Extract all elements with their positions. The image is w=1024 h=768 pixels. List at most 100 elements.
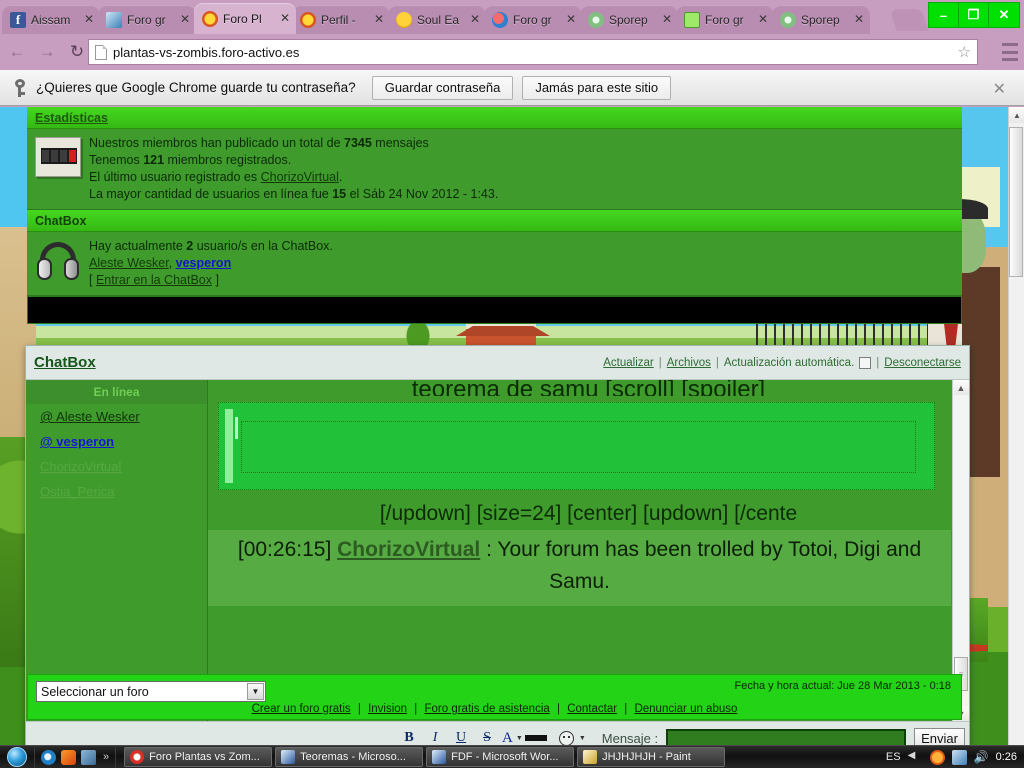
taskbar-item-word-1-label: Teoremas - Microso... <box>300 751 406 763</box>
chatbox-popup-title[interactable]: ChatBox <box>34 354 96 371</box>
message-author-link[interactable]: ChorizoVirtual <box>337 538 480 561</box>
chatbox-header-links: Actualizar | Archivos | Actualización au… <box>603 356 961 369</box>
chatbox-message-area[interactable]: teorema de samu [scroll] [spoiler] [/upd… <box>208 380 969 721</box>
page-scrollbar-thumb[interactable] <box>1009 127 1023 277</box>
taskbar-item-chrome[interactable]: Foro Plantas vs Zom... <box>124 747 273 767</box>
internet-explorer-icon[interactable] <box>41 749 56 765</box>
auto-refresh-checkbox[interactable] <box>859 356 872 369</box>
start-button[interactable] <box>0 746 34 768</box>
text-color-picker[interactable]: A ▼ <box>502 730 547 745</box>
chatbox-userlist-item-3[interactable]: ChorizoVirtual <box>26 454 207 479</box>
close-icon[interactable]: ✕ <box>756 12 770 27</box>
volume-icon[interactable]: 🔊 <box>974 750 989 765</box>
message-input[interactable] <box>666 728 907 745</box>
browser-tab-7[interactable]: Sporep ✕ <box>580 5 678 34</box>
back-arrow-icon[interactable]: ← <box>4 39 30 65</box>
bookmark-star-icon[interactable]: ☆ <box>958 43 971 61</box>
address-bar[interactable]: plantas-vs-zombis.foro-activo.es ☆ <box>88 39 978 65</box>
footer-link-invision[interactable]: Invision <box>368 703 407 715</box>
close-icon[interactable]: ✕ <box>372 12 386 27</box>
page-scrollbar[interactable]: ▲ <box>1008 107 1024 745</box>
stats-newest-prefix: El último usuario registrado es <box>89 170 261 184</box>
forward-arrow-icon[interactable]: → <box>34 39 60 65</box>
taskbar-item-paint[interactable]: JHJHJHJH - Paint <box>577 747 726 767</box>
close-icon[interactable]: ✕ <box>993 79 1006 99</box>
reload-icon[interactable]: ↻ <box>64 39 90 65</box>
close-icon[interactable]: ✕ <box>852 12 866 27</box>
minimize-button[interactable]: – <box>929 3 959 27</box>
stats-newest-user-link[interactable]: ChorizoVirtual <box>261 170 339 184</box>
italic-button[interactable]: I <box>422 730 448 745</box>
chatbox-userlist-link-2[interactable]: @ vesperon <box>40 434 114 449</box>
footer-link-contactar[interactable]: Contactar <box>567 703 617 715</box>
browser-tab-9[interactable]: Sporep ✕ <box>772 5 870 34</box>
forum-blue-icon <box>106 11 122 28</box>
chatbox-user-link-2[interactable]: vesperon <box>176 256 232 270</box>
browser-tab-8[interactable]: Foro gr ✕ <box>676 5 774 34</box>
network-icon[interactable] <box>951 749 967 765</box>
chatbox-userlist-link-3[interactable]: ChorizoVirtual <box>40 459 121 474</box>
footer-link-crear-foro[interactable]: Crear un foro gratis <box>252 703 351 715</box>
browser-tab-1[interactable]: f Aissam ✕ <box>2 5 100 34</box>
chatbox-userlist-item-1[interactable]: @ Aleste Wesker <box>26 404 207 429</box>
close-icon[interactable]: ✕ <box>564 12 578 27</box>
close-icon[interactable]: ✕ <box>660 12 674 27</box>
firefox-tray-icon[interactable] <box>929 749 945 765</box>
browser-tab-2[interactable]: Foro gr ✕ <box>98 5 196 34</box>
taskbar-item-word-2[interactable]: FDF - Microsoft Wor... <box>426 747 575 767</box>
taskbar-item-word-1[interactable]: Teoremas - Microso... <box>275 747 424 767</box>
scroll-up-arrow-icon[interactable]: ▲ <box>953 380 969 395</box>
close-window-button[interactable]: ✕ <box>989 3 1019 27</box>
page-scroll-up-icon[interactable]: ▲ <box>1009 107 1024 123</box>
statistics-title-link[interactable]: Estadísticas <box>35 111 108 125</box>
chevron-down-icon[interactable]: ▼ <box>247 683 264 700</box>
stats-record-prefix: La mayor cantidad de usuarios en línea f… <box>89 187 333 201</box>
footer-link-asistencia[interactable]: Foro gratis de asistencia <box>424 703 549 715</box>
disconnect-link[interactable]: Desconectarse <box>884 357 961 369</box>
language-indicator[interactable]: ES <box>886 751 901 763</box>
chatbox-userlist-item-2[interactable]: @ vesperon <box>26 429 207 454</box>
chatbox-user-link-1[interactable]: Aleste Wesker <box>89 256 169 270</box>
new-tab-button[interactable] <box>889 9 929 31</box>
bold-button[interactable]: B <box>396 730 422 745</box>
restore-button[interactable]: ❐ <box>959 3 989 27</box>
send-button[interactable]: Enviar <box>914 727 965 745</box>
stats-line-members: Tenemos 121 miembros registrados. <box>89 152 962 169</box>
browser-tab-3-active[interactable]: Foro Pl ✕ <box>194 3 296 34</box>
chatbox-messages-scrollbar[interactable]: ▲ ▼ ≡ <box>952 380 969 721</box>
system-tray: ES ◀ 🔊 0:26 <box>886 749 1024 765</box>
save-password-button[interactable]: Guardar contraseña <box>371 75 514 100</box>
quicklaunch-overflow-icon[interactable]: » <box>103 751 109 763</box>
close-icon[interactable]: ✕ <box>178 12 192 27</box>
close-icon[interactable]: ✕ <box>468 12 482 27</box>
strikethrough-button[interactable]: S <box>474 730 500 745</box>
stats-record-suffix: el Sáb 24 Nov 2012 - 1:43. <box>346 187 499 201</box>
browser-tab-5[interactable]: Soul Ea ✕ <box>388 5 486 34</box>
close-icon[interactable]: ✕ <box>82 12 96 27</box>
counter-digits <box>41 148 77 164</box>
stats-record-count: 15 <box>332 187 347 201</box>
browser-tab-4-label: Perfil - <box>321 12 356 27</box>
chatbox-userlist-link-1[interactable]: @ Aleste Wesker <box>40 409 140 424</box>
close-icon[interactable]: ✕ <box>278 11 292 26</box>
media-player-icon[interactable] <box>61 749 76 765</box>
footer-link-denunciar[interactable]: Denunciar un abuso <box>634 703 737 715</box>
show-desktop-icon[interactable] <box>81 749 96 765</box>
footer-links: Crear un foro gratis | Invision | Foro g… <box>28 703 961 715</box>
archives-link[interactable]: Archivos <box>667 357 711 369</box>
forum-select-dropdown[interactable]: Seleccionar un foro ▼ <box>36 681 266 702</box>
underline-button[interactable]: U <box>448 730 474 745</box>
smiley-picker[interactable]: ▼ <box>558 730 586 745</box>
message-timestamp: [00:26:15] <box>237 538 332 561</box>
chatbox-userlist-item-4[interactable]: Ostia_Perica <box>26 479 207 504</box>
never-for-this-site-button[interactable]: Jamás para este sitio <box>522 75 672 100</box>
chatbox-userlist-link-4[interactable]: Ostia_Perica <box>40 484 114 499</box>
chrome-menu-icon[interactable] <box>1002 43 1018 61</box>
black-banner-strip <box>27 296 962 324</box>
browser-tab-6[interactable]: Foro gr ✕ <box>484 5 582 34</box>
refresh-link[interactable]: Actualizar <box>603 357 654 369</box>
tray-arrow-icon[interactable]: ◀ <box>908 750 923 765</box>
enter-chatbox-link[interactable]: Entrar en la ChatBox <box>96 273 212 287</box>
taskbar-clock[interactable]: 0:26 <box>996 751 1017 763</box>
browser-tab-4[interactable]: Perfil - ✕ <box>292 5 390 34</box>
